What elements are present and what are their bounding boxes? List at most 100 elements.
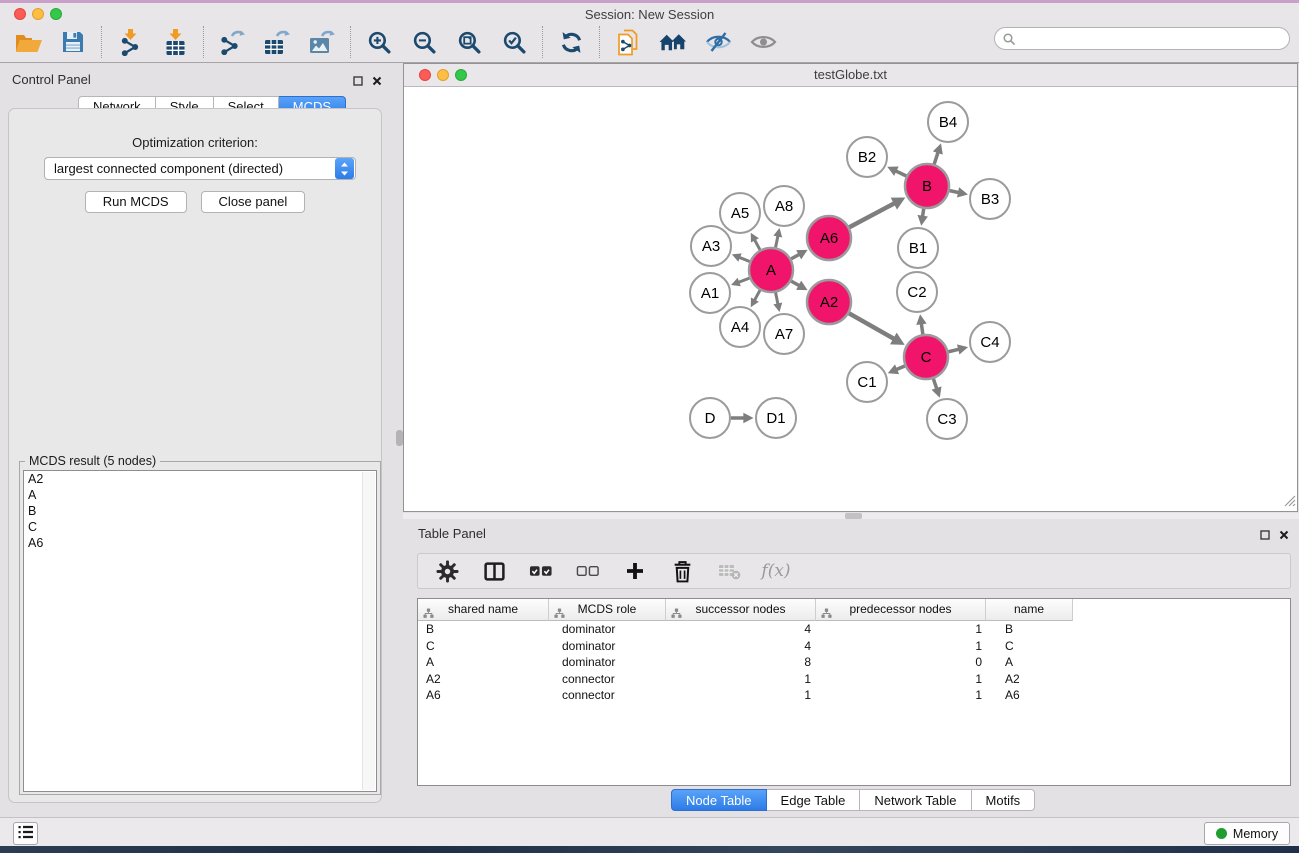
tab-node-table[interactable]: Node Table bbox=[671, 789, 767, 811]
delete-column-icon[interactable] bbox=[670, 559, 694, 583]
edge-B-B3[interactable] bbox=[950, 191, 959, 193]
arrowhead-B-B4 bbox=[933, 143, 943, 154]
cell-shared-name: A6 bbox=[418, 687, 549, 704]
float-table-panel-icon[interactable] bbox=[1260, 528, 1270, 543]
column-header-shared-name[interactable]: shared name bbox=[418, 599, 549, 621]
result-item[interactable]: A6 bbox=[24, 535, 376, 551]
node-label-A3: A3 bbox=[702, 238, 720, 255]
memory-label: Memory bbox=[1233, 827, 1278, 841]
import-network-icon[interactable] bbox=[116, 28, 144, 56]
mcds-result-title: MCDS result (5 nodes) bbox=[25, 454, 160, 468]
node-label-B1: B1 bbox=[909, 240, 927, 257]
edge-A2-C[interactable] bbox=[849, 313, 894, 339]
horizontal-scrollbar[interactable] bbox=[403, 513, 1299, 519]
zoom-selected-icon[interactable] bbox=[500, 28, 528, 56]
run-mcds-button[interactable]: Run MCDS bbox=[85, 191, 187, 213]
export-table-icon[interactable] bbox=[263, 28, 291, 56]
column-view-icon[interactable] bbox=[482, 559, 506, 583]
optimization-criterion-select[interactable]: largest connected component (directed) bbox=[44, 157, 356, 180]
column-header-successor-nodes[interactable]: successor nodes bbox=[666, 599, 816, 621]
houses-icon[interactable] bbox=[659, 28, 687, 56]
arrowhead-B-B1 bbox=[917, 215, 927, 226]
table-row[interactable]: A2connector11A2 bbox=[418, 671, 1290, 688]
node-label-B2: B2 bbox=[858, 149, 876, 166]
edge-B-B2[interactable] bbox=[895, 171, 906, 176]
vertical-scrollbar-thumb[interactable] bbox=[396, 430, 403, 446]
table-tabs: Node TableEdge TableNetwork TableMotifs bbox=[671, 789, 1035, 811]
node-label-D: D bbox=[705, 410, 716, 427]
table-row[interactable]: A6connector11A6 bbox=[418, 687, 1290, 704]
zoom-fit-icon[interactable] bbox=[455, 28, 483, 56]
select-all-icon[interactable] bbox=[529, 559, 553, 583]
cell-predecessor-nodes: 0 bbox=[816, 654, 986, 671]
table-row[interactable]: Cdominator41C bbox=[418, 638, 1290, 655]
cell-MCDS-role: connector bbox=[549, 687, 666, 704]
export-image-icon[interactable] bbox=[308, 28, 336, 56]
arrowhead-A-A8 bbox=[773, 228, 782, 237]
edge-C-C4[interactable] bbox=[948, 349, 959, 352]
edge-A-A8[interactable] bbox=[776, 236, 778, 248]
tab-motifs[interactable]: Motifs bbox=[972, 789, 1036, 811]
edge-A-A1[interactable] bbox=[738, 278, 749, 282]
zoom-out-icon[interactable] bbox=[410, 28, 438, 56]
memory-button[interactable]: Memory bbox=[1204, 822, 1290, 845]
node-label-B3: B3 bbox=[981, 191, 999, 208]
gear-icon[interactable] bbox=[435, 559, 459, 583]
eye-icon[interactable] bbox=[749, 28, 777, 56]
result-scrollbar[interactable] bbox=[362, 472, 375, 790]
add-column-icon[interactable] bbox=[623, 559, 647, 583]
edge-B-B1[interactable] bbox=[923, 209, 924, 217]
export-network-icon[interactable] bbox=[218, 28, 246, 56]
close-panel-icon[interactable] bbox=[372, 74, 382, 89]
eye-slash-icon[interactable] bbox=[704, 28, 732, 56]
result-item[interactable]: A2 bbox=[24, 471, 376, 487]
task-history-button[interactable] bbox=[13, 822, 38, 845]
cell-successor-nodes: 4 bbox=[666, 638, 816, 655]
cell-successor-nodes: 1 bbox=[666, 687, 816, 704]
edge-A-A6[interactable] bbox=[791, 254, 799, 259]
window-resize-grip[interactable] bbox=[1283, 494, 1296, 510]
edge-A-A4[interactable] bbox=[754, 290, 760, 300]
node-label-A4: A4 bbox=[731, 319, 749, 336]
tab-network-table[interactable]: Network Table bbox=[860, 789, 971, 811]
result-item[interactable]: C bbox=[24, 519, 376, 535]
document-network-icon[interactable] bbox=[614, 28, 642, 56]
node-label-A6: A6 bbox=[820, 230, 838, 247]
edge-B-B4[interactable] bbox=[934, 152, 938, 164]
edge-C-C3[interactable] bbox=[933, 379, 936, 389]
table-row[interactable]: Bdominator41B bbox=[418, 621, 1290, 638]
column-header-predecessor-nodes[interactable]: predecessor nodes bbox=[816, 599, 986, 621]
search-input[interactable] bbox=[1020, 30, 1289, 48]
column-header-MCDS-role[interactable]: MCDS role bbox=[549, 599, 666, 621]
edge-A6-B[interactable] bbox=[849, 203, 894, 227]
column-header-name[interactable]: name bbox=[986, 599, 1073, 621]
close-table-panel-icon[interactable] bbox=[1279, 528, 1289, 543]
network-canvas[interactable]: AA1A3A4A5A7A8A6A2BB1B2B3B4CC1C2C3C4DD1 bbox=[404, 87, 1297, 511]
node-label-C: C bbox=[921, 349, 932, 366]
open-folder-icon[interactable] bbox=[14, 28, 42, 56]
edge-C-C2[interactable] bbox=[921, 323, 923, 334]
float-panel-icon[interactable] bbox=[353, 74, 363, 89]
search-box[interactable] bbox=[994, 27, 1290, 50]
save-icon[interactable] bbox=[59, 28, 87, 56]
table-row[interactable]: Adominator80A bbox=[418, 654, 1290, 671]
deselect-all-icon[interactable] bbox=[576, 559, 600, 583]
table-body: Bdominator41BCdominator41CAdominator80AA… bbox=[418, 621, 1290, 785]
edge-A-A7[interactable] bbox=[776, 293, 778, 305]
import-table-icon[interactable] bbox=[161, 28, 189, 56]
cell-predecessor-nodes: 1 bbox=[816, 638, 986, 655]
edge-A-A2[interactable] bbox=[791, 281, 799, 286]
tab-edge-table[interactable]: Edge Table bbox=[767, 789, 861, 811]
horizontal-scrollbar-thumb[interactable] bbox=[845, 513, 862, 519]
edge-A-A3[interactable] bbox=[739, 257, 750, 261]
edge-C-C1[interactable] bbox=[896, 366, 905, 370]
zoom-in-icon[interactable] bbox=[365, 28, 393, 56]
edge-A-A5[interactable] bbox=[754, 240, 760, 250]
table-panel-title: Table Panel bbox=[418, 526, 486, 541]
result-item[interactable]: B bbox=[24, 503, 376, 519]
close-panel-button[interactable]: Close panel bbox=[201, 191, 306, 213]
refresh-icon[interactable] bbox=[557, 28, 585, 56]
node-label-A5: A5 bbox=[731, 205, 749, 222]
result-item[interactable]: A bbox=[24, 487, 376, 503]
column-label: MCDS role bbox=[578, 602, 637, 616]
